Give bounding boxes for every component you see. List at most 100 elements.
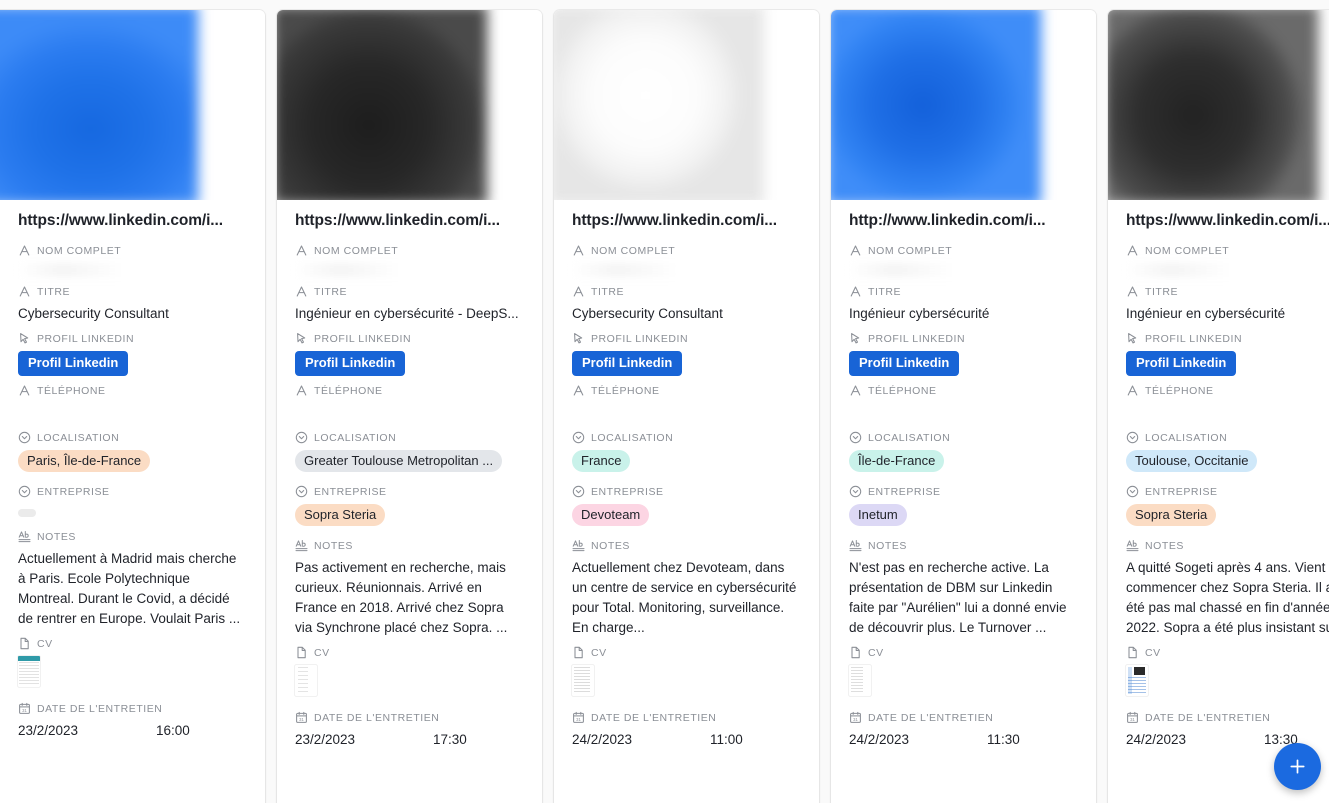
field-entreprise[interactable]: ENTREPRISE: [18, 477, 247, 522]
entreprise-empty[interactable]: [18, 509, 36, 517]
field-entreprise[interactable]: ENTREPRISE Sopra Steria: [295, 477, 524, 531]
telephone-value[interactable]: [849, 403, 1078, 423]
titre-value[interactable]: Ingénieur cybersécurité: [849, 304, 1078, 324]
nom-complet-value[interactable]: [849, 263, 999, 277]
record-title-url[interactable]: https://www.linkedin.com/i...: [1126, 200, 1332, 236]
record-card[interactable]: https://www.linkedin.com/i... NOM COMPLET…: [554, 10, 819, 803]
profil-linkedin-button[interactable]: Profil Linkedin: [572, 351, 683, 376]
field-nom-complet[interactable]: NOM COMPLET: [1126, 236, 1332, 277]
entreprise-pill[interactable]: Sopra Steria: [1126, 504, 1217, 526]
field-cv[interactable]: CV: [1126, 638, 1332, 696]
nom-complet-value[interactable]: [572, 263, 722, 277]
field-nom-complet[interactable]: NOM COMPLET: [572, 236, 801, 277]
localisation-pill[interactable]: Paris, Île-de-France: [18, 450, 151, 472]
record-card[interactable]: https://www.linkedin.com/i... NOM COMPLET…: [0, 10, 265, 803]
nom-complet-value[interactable]: [18, 263, 168, 277]
field-titre[interactable]: TITRE Ingénieur cybersécurité: [849, 277, 1078, 324]
cv-thumbnail[interactable]: [295, 665, 317, 696]
profile-photo[interactable]: [831, 10, 1042, 200]
profile-photo[interactable]: [554, 10, 765, 200]
entretien-date[interactable]: 24/2/2023: [572, 730, 710, 750]
notes-value[interactable]: Pas activement en recherche, mais curieu…: [295, 558, 524, 638]
field-entreprise[interactable]: ENTREPRISE Devoteam: [572, 477, 801, 531]
entretien-date[interactable]: 24/2/2023: [1126, 730, 1264, 750]
field-telephone[interactable]: TÉLÉPHONE: [295, 376, 524, 423]
record-photo-wrapper[interactable]: [554, 10, 819, 200]
profil-linkedin-button[interactable]: Profil Linkedin: [849, 351, 960, 376]
field-profil-linkedin[interactable]: PROFIL LINKEDIN Profil Linkedin: [1126, 324, 1332, 376]
field-nom-complet[interactable]: NOM COMPLET: [18, 236, 247, 277]
profile-photo[interactable]: [277, 10, 488, 200]
profile-photo[interactable]: [0, 10, 199, 200]
record-title-url[interactable]: https://www.linkedin.com/i...: [18, 200, 247, 236]
profile-photo[interactable]: [1108, 10, 1319, 200]
localisation-pill[interactable]: Toulouse, Occitanie: [1126, 450, 1258, 472]
localisation-pill[interactable]: Greater Toulouse Metropolitan ...: [295, 450, 503, 472]
field-profil-linkedin[interactable]: PROFIL LINKEDIN Profil Linkedin: [572, 324, 801, 376]
field-titre[interactable]: TITRE Ingénieur en cybersécurité - DeepS.…: [295, 277, 524, 324]
field-localisation[interactable]: LOCALISATION France: [572, 423, 801, 477]
field-entreprise[interactable]: ENTREPRISE Sopra Steria: [1126, 477, 1332, 531]
record-card[interactable]: http://www.linkedin.com/i... NOM COMPLET T…: [831, 10, 1096, 803]
field-entreprise[interactable]: ENTREPRISE Inetum: [849, 477, 1078, 531]
notes-value[interactable]: N'est pas en recherche active. La présen…: [849, 558, 1078, 638]
field-profil-linkedin[interactable]: PROFIL LINKEDIN Profil Linkedin: [295, 324, 524, 376]
record-photo-wrapper[interactable]: [0, 10, 265, 200]
field-cv[interactable]: CV: [849, 638, 1078, 696]
field-telephone[interactable]: TÉLÉPHONE: [572, 376, 801, 423]
field-telephone[interactable]: TÉLÉPHONE: [849, 376, 1078, 423]
telephone-value[interactable]: [18, 403, 247, 423]
field-date-entretien[interactable]: 31 DATE DE L'ENTRETIEN 24/2/2023 11:00: [572, 696, 801, 750]
field-titre[interactable]: TITRE Cybersecurity Consultant: [18, 277, 247, 324]
telephone-value[interactable]: [1126, 403, 1332, 423]
localisation-pill[interactable]: Île-de-France: [849, 450, 945, 472]
entreprise-pill[interactable]: Sopra Steria: [295, 504, 386, 526]
entreprise-pill[interactable]: Devoteam: [572, 504, 650, 526]
field-notes[interactable]: NOTES A quitté Sogeti après 4 ans. Vient …: [1126, 531, 1332, 638]
notes-value[interactable]: Actuellement chez Devoteam, dans un cent…: [572, 558, 801, 638]
field-cv[interactable]: CV: [18, 629, 247, 687]
field-telephone[interactable]: TÉLÉPHONE: [18, 376, 247, 423]
field-localisation[interactable]: LOCALISATION Paris, Île-de-France: [18, 423, 247, 477]
entretien-date[interactable]: 23/2/2023: [18, 721, 156, 741]
field-profil-linkedin[interactable]: PROFIL LINKEDIN Profil Linkedin: [849, 324, 1078, 376]
field-titre[interactable]: TITRE Ingénieur en cybersécurité: [1126, 277, 1332, 324]
field-notes[interactable]: NOTES Pas activement en recherche, mais c…: [295, 531, 524, 638]
field-nom-complet[interactable]: NOM COMPLET: [849, 236, 1078, 277]
localisation-pill[interactable]: France: [572, 450, 631, 472]
field-cv[interactable]: CV: [572, 638, 801, 696]
cv-thumbnail[interactable]: [572, 665, 594, 696]
field-localisation[interactable]: LOCALISATION Toulouse, Occitanie: [1126, 423, 1332, 477]
field-titre[interactable]: TITRE Cybersecurity Consultant: [572, 277, 801, 324]
entretien-date[interactable]: 23/2/2023: [295, 730, 433, 750]
telephone-value[interactable]: [295, 403, 524, 423]
field-date-entretien[interactable]: 31 DATE DE L'ENTRETIEN 24/2/2023 11:30: [849, 696, 1078, 750]
field-date-entretien[interactable]: 31 DATE DE L'ENTRETIEN 23/2/2023 16:00: [18, 687, 247, 741]
record-card[interactable]: https://www.linkedin.com/i... NOM COMPLET…: [277, 10, 542, 803]
nom-complet-value[interactable]: [295, 263, 445, 277]
field-date-entretien[interactable]: 31 DATE DE L'ENTRETIEN 23/2/2023 17:30: [295, 696, 524, 750]
titre-value[interactable]: Cybersecurity Consultant: [572, 304, 801, 324]
entretien-time[interactable]: 17:30: [433, 730, 467, 750]
record-photo-wrapper[interactable]: [277, 10, 542, 200]
entretien-time[interactable]: 16:00: [156, 721, 190, 741]
record-photo-wrapper[interactable]: [1108, 10, 1332, 200]
field-notes[interactable]: NOTES Actuellement à Madrid mais cherche …: [18, 522, 247, 629]
cv-thumbnail[interactable]: [1126, 665, 1148, 696]
add-record-button[interactable]: [1274, 743, 1321, 790]
profil-linkedin-button[interactable]: Profil Linkedin: [18, 351, 129, 376]
titre-value[interactable]: Cybersecurity Consultant: [18, 304, 247, 324]
notes-value[interactable]: Actuellement à Madrid mais cherche à Par…: [18, 549, 247, 629]
field-notes[interactable]: NOTES N'est pas en recherche active. La p…: [849, 531, 1078, 638]
field-nom-complet[interactable]: NOM COMPLET: [295, 236, 524, 277]
titre-value[interactable]: Ingénieur en cybersécurité - DeepS...: [295, 304, 524, 324]
entretien-time[interactable]: 11:00: [710, 730, 743, 750]
field-profil-linkedin[interactable]: PROFIL LINKEDIN Profil Linkedin: [18, 324, 247, 376]
notes-value[interactable]: A quitté Sogeti après 4 ans. Vient de co…: [1126, 558, 1332, 638]
field-date-entretien[interactable]: 31 DATE DE L'ENTRETIEN 24/2/2023 13:30: [1126, 696, 1332, 750]
field-localisation[interactable]: LOCALISATION Île-de-France: [849, 423, 1078, 477]
telephone-value[interactable]: [572, 403, 801, 423]
cv-thumbnail[interactable]: [18, 656, 40, 687]
entretien-date[interactable]: 24/2/2023: [849, 730, 987, 750]
record-title-url[interactable]: https://www.linkedin.com/i...: [295, 200, 524, 236]
